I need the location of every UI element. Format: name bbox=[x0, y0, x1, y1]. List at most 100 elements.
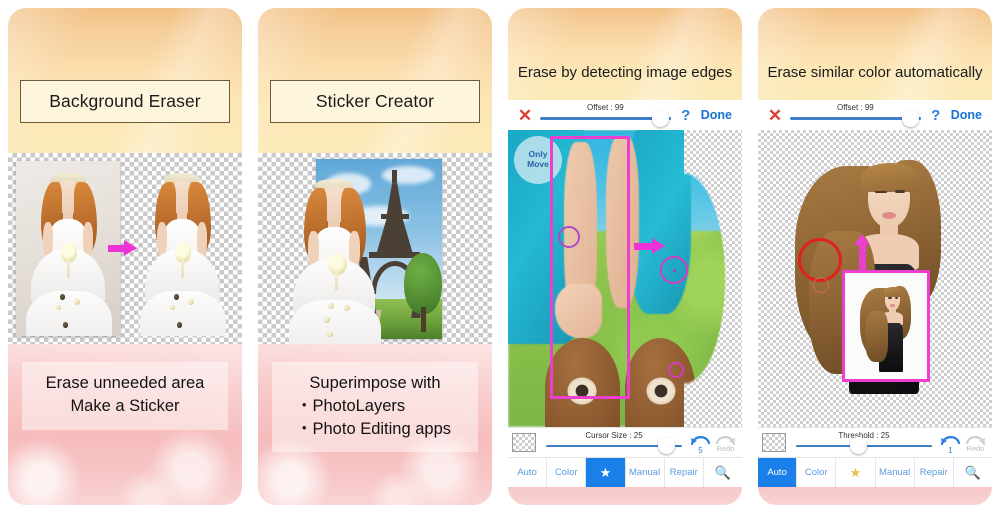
offset-slider[interactable]: Offset : 99 bbox=[790, 102, 921, 128]
panel2-media-band bbox=[258, 153, 492, 344]
done-button[interactable]: Done bbox=[695, 108, 734, 122]
compare-arrow-icon bbox=[854, 234, 870, 271]
undo-button[interactable]: 5 bbox=[688, 431, 713, 455]
panel3-canvas[interactable]: Only Move bbox=[508, 130, 742, 427]
panel4-top-toolbar: ✕ Offset : 99 ? Done bbox=[758, 100, 992, 130]
caption-line: Superimpose with bbox=[309, 374, 441, 392]
panel4-tabbar: Auto Color ★ Manual Repair 🔍 bbox=[758, 457, 992, 487]
tab-manual-label: Manual bbox=[879, 467, 911, 478]
panel4-title: Erase similar color automatically bbox=[767, 64, 983, 81]
tab-repair[interactable]: Repair bbox=[665, 458, 704, 487]
undo-count: 1 bbox=[948, 445, 953, 455]
undo-count: 5 bbox=[698, 445, 703, 455]
screenshot-gallery: Background Eraser Erase unneeded area Ma… bbox=[0, 0, 1000, 513]
panel4-bottom-pad bbox=[758, 487, 992, 505]
editor-panel-4: Erase similar color automatically ✕ Offs… bbox=[750, 0, 1000, 513]
tab-color[interactable]: Color bbox=[797, 458, 837, 487]
original-photo-inset bbox=[842, 270, 930, 382]
star-icon: ★ bbox=[599, 464, 612, 480]
tab-color-label: Color bbox=[554, 467, 578, 478]
slider-knob[interactable] bbox=[850, 437, 868, 454]
slider-knob[interactable] bbox=[657, 437, 675, 454]
selection-rectangle bbox=[550, 136, 630, 399]
editor-panel-3: Erase by detecting image edges ✕ Offset … bbox=[500, 0, 750, 513]
tab-repair-label: Repair bbox=[669, 467, 698, 478]
offset-slider[interactable]: Offset : 99 bbox=[540, 102, 671, 128]
secondary-highlight-circle bbox=[813, 277, 829, 293]
panel3-title: Erase by detecting image edges bbox=[517, 64, 733, 81]
redo-button[interactable]: Redo bbox=[713, 431, 738, 455]
tab-repair[interactable]: Repair bbox=[915, 458, 954, 487]
transparency-checker-swatch[interactable] bbox=[512, 433, 536, 452]
phone-frame-1: Background Eraser Erase unneeded area Ma… bbox=[8, 8, 242, 505]
tab-zoom[interactable]: 🔍 bbox=[704, 458, 742, 487]
panel1-footer: Erase unneeded area Make a Sticker bbox=[8, 344, 242, 505]
transparency-checker-swatch[interactable] bbox=[762, 433, 786, 452]
tab-auto[interactable]: Auto bbox=[758, 458, 798, 487]
panel3-bottom-toolbar: Cursor Size : 25 5 Redo bbox=[508, 427, 742, 457]
threshold-slider[interactable]: Threshold : 25 bbox=[796, 430, 932, 456]
magnifier-icon: 🔍 bbox=[964, 464, 982, 480]
panel2-title-box: Sticker Creator bbox=[270, 80, 480, 123]
panel1-header: Background Eraser bbox=[8, 8, 242, 153]
undo-button[interactable]: 1 bbox=[938, 431, 963, 455]
panel4-header: Erase similar color automatically bbox=[758, 8, 992, 100]
erase-direction-arrow-icon bbox=[634, 238, 666, 254]
bride-sticker bbox=[280, 167, 390, 344]
erased-region bbox=[683, 130, 742, 427]
slider-knob[interactable] bbox=[652, 109, 670, 127]
before-photo bbox=[16, 161, 120, 336]
panel2-footer: Superimpose with ・PhotoLayers ・Photo Edi… bbox=[258, 344, 492, 505]
redo-button[interactable]: Redo bbox=[963, 431, 988, 455]
close-x-icon[interactable]: ✕ bbox=[516, 107, 534, 124]
only-move-line2: Move bbox=[527, 159, 549, 169]
star-icon: ★ bbox=[849, 464, 862, 480]
phone-frame-3: Erase by detecting image edges ✕ Offset … bbox=[508, 8, 742, 505]
close-x-icon[interactable]: ✕ bbox=[766, 107, 784, 124]
panel4-canvas[interactable] bbox=[758, 130, 992, 427]
offset-slider-label: Offset : 99 bbox=[586, 103, 624, 112]
slider-knob[interactable] bbox=[902, 109, 920, 127]
caption-line: Make a Sticker bbox=[70, 396, 180, 415]
tab-repair-label: Repair bbox=[919, 467, 948, 478]
hair-edge-highlight-circle bbox=[798, 238, 842, 282]
tab-star[interactable]: ★ bbox=[586, 458, 626, 487]
tab-color[interactable]: Color bbox=[547, 458, 587, 487]
panel2-title: Sticker Creator bbox=[315, 91, 435, 111]
phone-frame-4: Erase similar color automatically ✕ Offs… bbox=[758, 8, 992, 505]
tab-zoom[interactable]: 🔍 bbox=[954, 458, 992, 487]
offset-slider-label: Offset : 99 bbox=[836, 103, 874, 112]
panel4-bottom-toolbar: Threshold : 25 1 Redo bbox=[758, 427, 992, 457]
caption-line: ・PhotoLayers bbox=[296, 396, 406, 415]
tab-star[interactable]: ★ bbox=[836, 458, 876, 487]
panel1-caption: Erase unneeded area Make a Sticker bbox=[22, 362, 228, 430]
after-photo bbox=[130, 161, 234, 336]
question-mark-icon[interactable]: ? bbox=[927, 107, 945, 124]
panel1-title: Background Eraser bbox=[49, 91, 201, 111]
tab-manual-label: Manual bbox=[629, 467, 661, 478]
panel3-header: Erase by detecting image edges bbox=[508, 8, 742, 100]
cursor-center-dot bbox=[673, 269, 676, 272]
magnifier-icon: 🔍 bbox=[714, 464, 732, 480]
phone-frame-2: Sticker Creator Superimpose with ・PhotoL… bbox=[258, 8, 492, 505]
panel1-title-box: Background Eraser bbox=[20, 80, 230, 123]
slider-track bbox=[790, 117, 921, 120]
question-mark-icon[interactable]: ? bbox=[677, 107, 695, 124]
done-button[interactable]: Done bbox=[945, 108, 984, 122]
tab-auto[interactable]: Auto bbox=[508, 458, 548, 487]
cursor-circle-left bbox=[558, 226, 580, 248]
tab-color-label: Color bbox=[804, 467, 828, 478]
cursor-size-slider[interactable]: Cursor Size : 25 bbox=[546, 430, 682, 456]
panel3-bottom-pad bbox=[508, 487, 742, 505]
tab-manual[interactable]: Manual bbox=[876, 458, 915, 487]
panel1-media-band bbox=[8, 153, 242, 344]
panel2-header: Sticker Creator bbox=[258, 8, 492, 153]
promo-panel-1: Background Eraser Erase unneeded area Ma… bbox=[0, 0, 250, 513]
tab-auto-label: Auto bbox=[517, 467, 537, 478]
redo-label: Redo bbox=[716, 443, 735, 453]
slider-track bbox=[540, 117, 671, 120]
caption-line: ・Photo Editing apps bbox=[296, 419, 452, 438]
panel3-tabbar: Auto Color ★ Manual Repair 🔍 bbox=[508, 457, 742, 487]
caption-line: Erase unneeded area bbox=[45, 374, 205, 392]
tab-manual[interactable]: Manual bbox=[626, 458, 665, 487]
